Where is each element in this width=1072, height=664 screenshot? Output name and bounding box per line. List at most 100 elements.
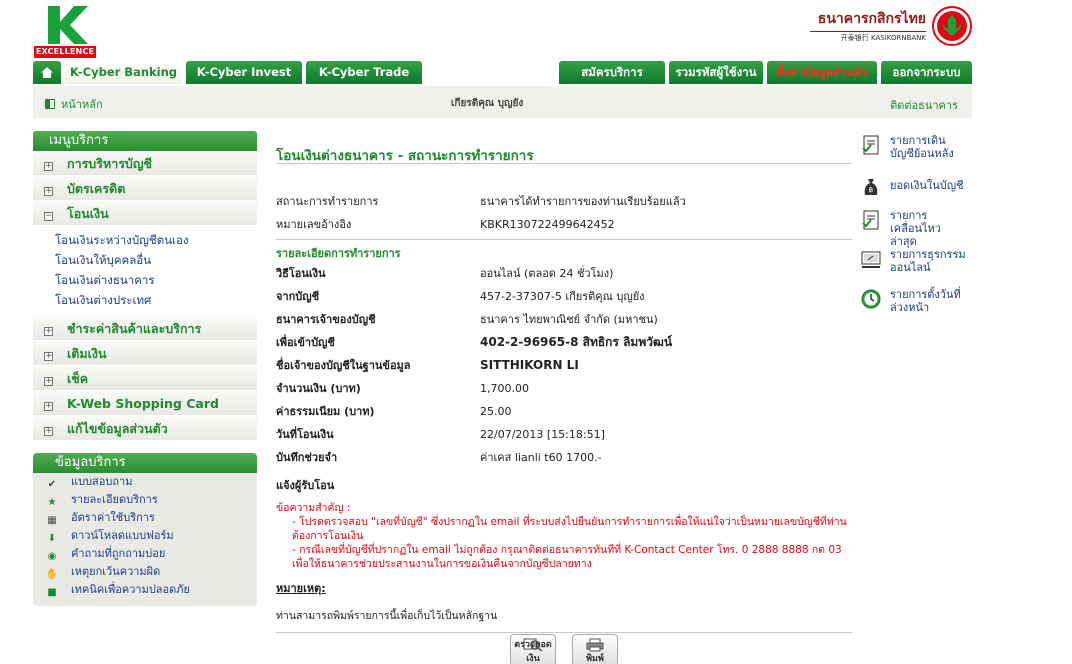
print-label: พิมพ์ <box>586 654 604 664</box>
main-content: โอนเงินต่างธนาคาร - สถานะการทำรายการ สถา… <box>276 140 852 633</box>
info-item-label: ดาวน์โหลดแบบฟอร์ม <box>71 529 174 542</box>
home-tab[interactable] <box>33 61 61 84</box>
info-fee-rate[interactable]: ▦ อัตราค่าใช้บริการ <box>33 509 257 527</box>
quick-online[interactable]: รายการธุรกรรมออนไลน์ <box>860 248 970 278</box>
submenu-own-account[interactable]: โอนเงินระหว่างบัญชีตนเอง <box>55 230 257 250</box>
detail-label: ธนาคารเจ้าของบัญชี <box>276 313 376 326</box>
detail-row: วันที่โอนเงิน 22/07/2013 [15:18:51] <box>276 423 852 446</box>
info-faq[interactable]: ◉ คำถามที่ถูกถามบ่อย <box>33 545 257 563</box>
detail-row: เพื่อเข้าบัญชี 402-2-96965-8 สิทธิกร ลิมพ… <box>276 331 852 354</box>
info-item-label: แบบสอบถาม <box>71 475 133 488</box>
menu-item-transfer[interactable]: − โอนเงิน <box>33 201 257 226</box>
menu-item-account[interactable]: + การบริหารบัญชี <box>33 151 257 176</box>
recent-icon <box>862 210 879 230</box>
detail-value: SITTHIKORN LI <box>480 358 579 372</box>
detail-label: วิธีโอนเงิน <box>276 267 326 280</box>
menu-item-topup[interactable]: + เติมเงิน <box>33 341 257 366</box>
important-note: ข้อความสำคัญ : - โปรดตรวจสอบ "เลขที่บัญช… <box>276 501 852 571</box>
detail-label: จากบัญชี <box>276 290 320 303</box>
clock-icon <box>861 289 881 309</box>
notify-label: แจ้งผู้รับโอน <box>276 479 335 492</box>
detail-label: จำนวนเงิน (บาท) <box>276 382 361 395</box>
bank-name-th: ธนาคารกสิกรไทย <box>817 11 926 27</box>
quick-scheduled[interactable]: รายการตั้งวันที่ล่วงหน้า <box>860 288 970 318</box>
print-button[interactable]: พิมพ์ <box>572 634 618 664</box>
quick-statement[interactable]: รายการเดินบัญชีย้อนหลัง <box>860 134 970 164</box>
tab-logout[interactable]: ออกจากระบบ <box>881 61 972 84</box>
info-service-detail[interactable]: ★ รายละเอียดบริการ <box>33 491 257 509</box>
tab-k-cyber-banking[interactable]: K-Cyber Banking <box>65 61 182 85</box>
calculator-icon: ▦ <box>47 515 57 526</box>
service-info: ข้อมูลบริการ ✔ แบบสอบถาม ★ รายละเอียดบริกา… <box>33 453 257 606</box>
quick-link-label: รายการธุรกรรมออนไลน์ <box>890 248 966 274</box>
important-title: ข้อความสำคัญ : <box>276 502 351 514</box>
tab-register[interactable]: สมัครบริการ <box>559 61 665 84</box>
checkmark-icon: ✔ <box>47 479 57 490</box>
quick-balance[interactable]: ฿ ยอดเงินในบัญชี <box>860 176 970 198</box>
download-icon: ⬇ <box>47 533 57 544</box>
excellence-label: EXCELLENCE <box>34 46 96 58</box>
ref-label: หมายเลขอ้างอิง <box>276 218 352 231</box>
detail-label: บันทึกช่วยจำ <box>276 451 338 464</box>
info-security[interactable]: ■ เทคนิคเพื่อความปลอดภัย <box>33 581 257 599</box>
expand-icon: + <box>44 351 53 361</box>
quick-link-label: รายการเคลื่อนไหวล่าสุด <box>890 209 941 248</box>
handshake-icon: ✋ <box>45 569 59 580</box>
tab-k-cyber-trade[interactable]: K-Cyber Trade <box>306 61 422 84</box>
quick-link-label: ยอดเงินในบัญชี <box>890 179 964 192</box>
detail-row: วิธีโอนเงิน ออนไลน์ (ตลอด 24 ชั่วโมง) <box>276 262 852 285</box>
menu-item-credit-card[interactable]: + บัตรเครดิต <box>33 176 257 201</box>
quick-recent[interactable]: รายการเคลื่อนไหวล่าสุด <box>860 209 970 248</box>
menu-item-label: บัตรเครดิต <box>67 181 126 196</box>
submenu-other-bank[interactable]: โอนเงินต่างธนาคาร <box>55 270 257 290</box>
detail-value: 1,700.00 <box>480 382 529 395</box>
submenu-overseas[interactable]: โอนเงินต่างประเทศ <box>55 290 257 310</box>
tab-k-cyber-invest[interactable]: K-Cyber Invest <box>186 61 302 84</box>
detail-row: บันทึกช่วยจำ ค่าเคส lianli t60 1700.- <box>276 446 852 469</box>
submenu-other-person[interactable]: โอนเงินให้บุคคลอื่น <box>55 250 257 270</box>
menu-item-payment[interactable]: + ชำระค่าสินค้าและบริการ <box>33 316 257 341</box>
detail-row: ชื่อเจ้าของบัญชีในฐานข้อมูล SITTHIKORN LI <box>276 354 852 377</box>
info-survey[interactable]: ✔ แบบสอบถาม <box>33 473 257 491</box>
menu-item-edit-profile[interactable]: + แก้ไขข้อมูลส่วนตัว <box>33 416 257 441</box>
detail-row: ธนาคารเจ้าของบัญชี ธนาคาร ไทยพาณิชย์ จำกั… <box>276 308 852 331</box>
detail-row: จำนวนเงิน (บาท) 1,700.00 <box>276 377 852 400</box>
money-bag-icon: ฿ <box>864 179 878 195</box>
faq-icon: ◉ <box>47 551 57 562</box>
info-download-form[interactable]: ⬇ ดาวน์โหลดแบบฟอร์ม <box>33 527 257 545</box>
info-disclaimer[interactable]: ✋ เหตุยกเว้นความผิด <box>33 563 257 581</box>
printer-icon <box>586 638 604 652</box>
expand-icon: + <box>44 186 53 196</box>
check-balance-button[interactable]: ตรวจยอดเงิน <box>510 634 556 664</box>
home-link[interactable]: หน้าหลัก <box>45 95 103 113</box>
info-item-label: เหตุยกเว้นความผิด <box>71 565 161 578</box>
important-item: - โปรดตรวจสอบ "เลขที่บัญชี" ซึ่งปรากฏใน … <box>292 516 847 542</box>
service-menu: เมนูบริการ + การบริหารบัญชี + บัตรเครดิต −… <box>33 131 257 441</box>
star-icon: ★ <box>47 497 57 508</box>
kasikorn-seal-icon <box>932 6 972 46</box>
statement-icon <box>862 135 879 155</box>
notify-row: แจ้งผู้รับโอน <box>276 469 852 497</box>
menu-item-k-web-shopping[interactable]: + K-Web Shopping Card <box>33 391 257 416</box>
home-square-icon <box>45 99 55 109</box>
tab-personal-settings[interactable]: ตั้งค่าข้อมูลส่วนตัว <box>767 61 877 84</box>
page-title: โอนเงินต่างธนาคาร - สถานะการทำรายการ <box>276 140 852 164</box>
menu-item-label: ชำระค่าสินค้าและบริการ <box>67 321 202 336</box>
info-item-label: รายละเอียดบริการ <box>71 493 158 506</box>
detail-row: ค่าธรรมเนียม (บาท) 25.00 <box>276 400 852 423</box>
contact-link[interactable]: ติดต่อธนาคาร <box>890 96 958 114</box>
status-row: สถานะการทำรายการ ธนาคารได้ทำรายการของท่า… <box>276 190 852 213</box>
detail-label: เพื่อเข้าบัญชี <box>276 336 335 349</box>
ref-value: KBKR130722499642452 <box>480 218 615 231</box>
k-logo-icon <box>48 6 88 44</box>
tab-combine-user[interactable]: รวมรหัสผู้ใช้งาน <box>669 61 763 84</box>
menu-item-label: โอนเงิน <box>67 206 109 221</box>
lock-icon: ■ <box>47 587 57 598</box>
ref-row: หมายเลขอ้างอิง KBKR130722499642452 <box>276 213 852 235</box>
detail-value: ค่าเคส lianli t60 1700.- <box>480 451 602 464</box>
detail-value: ธนาคาร ไทยพาณิชย์ จำกัด (มหาชน) <box>480 313 658 326</box>
quick-link-label: รายการตั้งวันที่ล่วงหน้า <box>890 288 961 314</box>
menu-item-cheque[interactable]: + เช็ค <box>33 366 257 391</box>
kbank-logo[interactable]: EXCELLENCE <box>34 4 98 58</box>
service-info-title: ข้อมูลบริการ <box>33 453 257 473</box>
